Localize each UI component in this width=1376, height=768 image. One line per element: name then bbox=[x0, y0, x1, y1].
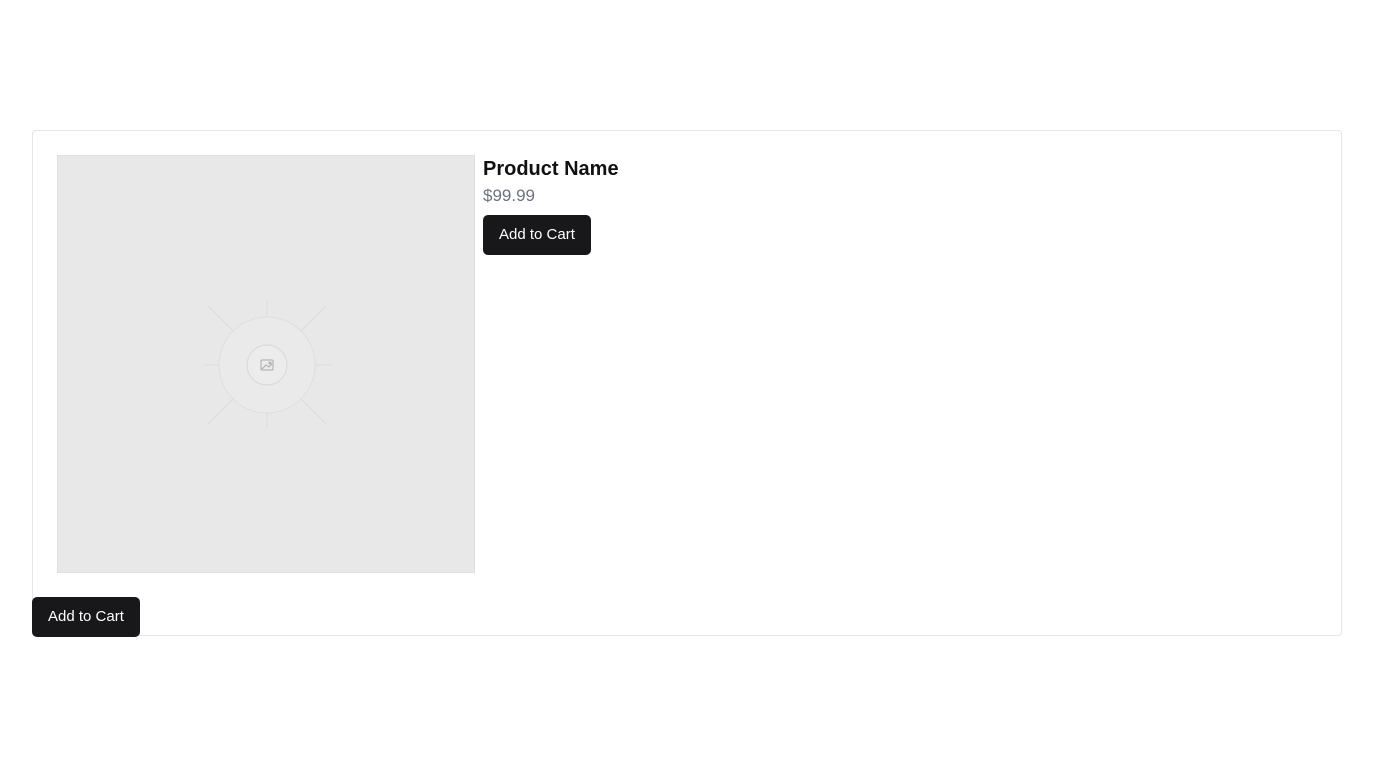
image-placeholder-icon bbox=[203, 301, 331, 429]
product-title: Product Name bbox=[483, 158, 619, 180]
product-image-placeholder bbox=[57, 155, 475, 573]
product-card: Product Name $99.99 Add to Cart Add to C… bbox=[32, 130, 1342, 637]
product-info: Product Name $99.99 Add to Cart bbox=[483, 155, 619, 255]
footer-add-to-cart-button[interactable]: Add to Cart bbox=[32, 597, 140, 637]
product-price: $99.99 bbox=[483, 186, 535, 205]
add-to-cart-button[interactable]: Add to Cart bbox=[483, 215, 591, 255]
